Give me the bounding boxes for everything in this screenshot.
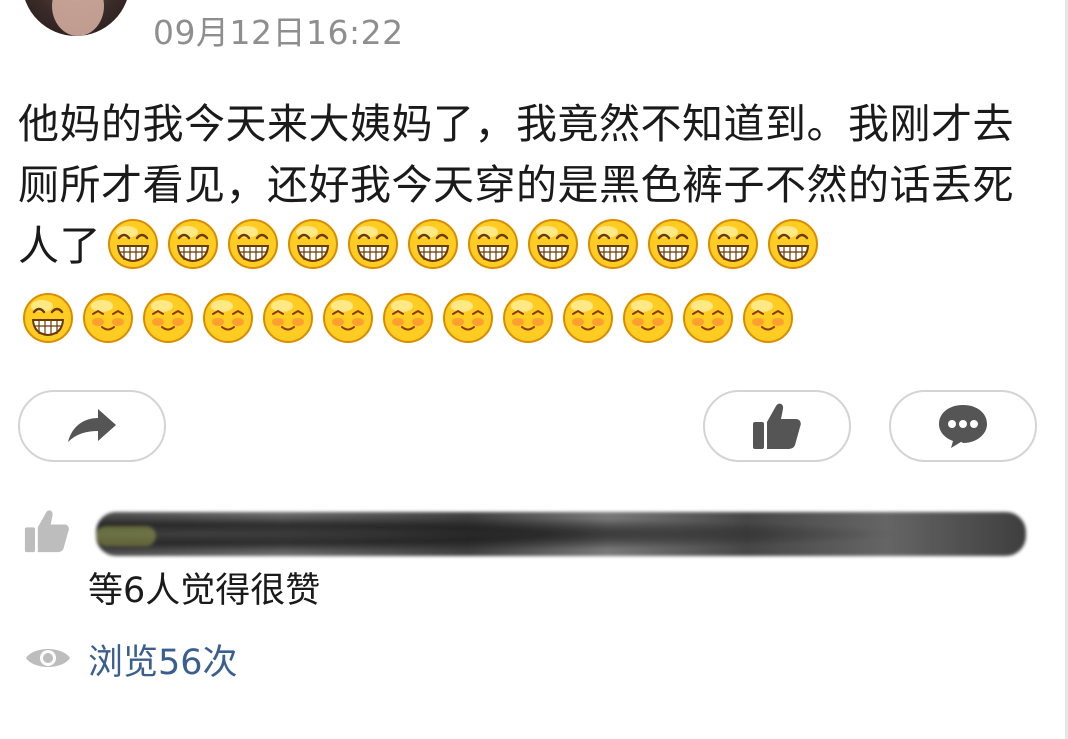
like-button[interactable] <box>703 390 851 462</box>
comment-button[interactable] <box>889 390 1037 462</box>
likes-section: 等6人觉得很赞 <box>24 506 1034 616</box>
shy-emoji <box>322 292 374 344</box>
shy-emoji <box>262 292 314 344</box>
shy-emoji <box>442 292 494 344</box>
grin-emoji <box>767 218 819 270</box>
like-summary: 等6人觉得很赞 <box>88 571 321 611</box>
shy-emoji <box>142 292 194 344</box>
shy-emoji <box>502 292 554 344</box>
shy-emoji <box>202 292 254 344</box>
inline-emoji-group <box>101 219 819 270</box>
grin-emoji <box>467 218 519 270</box>
grin-emoji <box>407 218 459 270</box>
share-button[interactable] <box>18 390 166 462</box>
shy-emoji <box>82 292 134 344</box>
eye-icon <box>24 642 72 678</box>
grin-emoji <box>347 218 399 270</box>
grin-emoji <box>167 218 219 270</box>
share-arrow-icon <box>66 408 118 444</box>
post-timestamp: 09月12日16:22 <box>153 13 404 52</box>
grin-emoji <box>107 218 159 270</box>
grin-emoji <box>647 218 699 270</box>
grin-emoji <box>287 218 339 270</box>
thumbs-up-icon <box>752 402 802 450</box>
shy-emoji <box>682 292 734 344</box>
shy-emoji <box>742 292 794 344</box>
grin-emoji <box>587 218 639 270</box>
comment-bubble-icon <box>937 403 989 449</box>
grin-emoji <box>22 292 74 344</box>
grin-emoji <box>707 218 759 270</box>
grin-emoji <box>527 218 579 270</box>
user-avatar[interactable] <box>22 0 130 36</box>
views-count-link[interactable]: 浏览56次 <box>88 634 238 685</box>
shy-emoji <box>622 292 674 344</box>
shy-emoji <box>382 292 434 344</box>
liker-names-redacted <box>96 512 1026 556</box>
emoji-row <box>22 292 794 344</box>
shy-emoji <box>562 292 614 344</box>
grin-emoji <box>227 218 279 270</box>
post-body: 他妈的我今天来大姨妈了，我竟然不知道到。我刚才去厕所才看见，还好我今天穿的是黑色… <box>18 94 1018 277</box>
views-row: 浏览56次 <box>24 634 238 685</box>
thumbs-up-icon <box>24 508 70 558</box>
